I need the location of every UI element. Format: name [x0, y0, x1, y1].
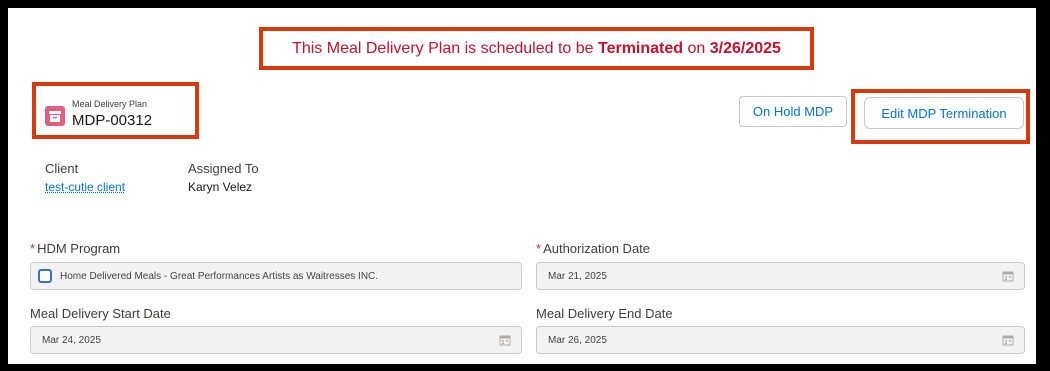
- banner-middle: on: [683, 40, 710, 57]
- edit-mdp-termination-button[interactable]: Edit MDP Termination: [864, 97, 1024, 129]
- lookup-record-icon: [38, 269, 52, 283]
- banner-message: This Meal Delivery Plan is scheduled to …: [263, 40, 810, 58]
- calendar-icon[interactable]: [499, 334, 511, 346]
- start-date-label: Meal Delivery Start Date: [30, 306, 171, 321]
- record-page: This Meal Delivery Plan is scheduled to …: [8, 8, 1036, 364]
- hdm-program-label-text: HDM Program: [37, 241, 121, 256]
- termination-banner: This Meal Delivery Plan is scheduled to …: [259, 27, 814, 70]
- archive-box-icon: [45, 106, 65, 126]
- hdm-program-label: * HDM Program: [30, 241, 120, 256]
- end-date-value: Mar 26, 2025: [548, 335, 607, 346]
- banner-date: 3/26/2025: [709, 40, 781, 57]
- assigned-to-value: Karyn Velez: [188, 180, 253, 194]
- authorization-date-label-text: Authorization Date: [543, 241, 651, 256]
- authorization-date-label: * Authorization Date: [536, 241, 650, 256]
- start-date-value: Mar 24, 2025: [42, 335, 101, 346]
- authorization-date-field[interactable]: Mar 21, 2025: [536, 262, 1025, 290]
- on-hold-mdp-button[interactable]: On Hold MDP: [739, 96, 847, 127]
- required-asterisk: *: [30, 241, 36, 256]
- required-asterisk: *: [536, 241, 542, 256]
- calendar-icon[interactable]: [1002, 270, 1014, 282]
- end-date-field[interactable]: Mar 26, 2025: [536, 326, 1025, 354]
- hdm-program-field[interactable]: Home Delivered Meals - Great Performance…: [30, 262, 522, 290]
- banner-status: Terminated: [597, 40, 684, 57]
- start-date-field[interactable]: Mar 24, 2025: [30, 326, 522, 354]
- record-name: MDP-00312: [72, 112, 153, 129]
- record-type-label: Meal Delivery Plan: [72, 99, 148, 109]
- calendar-icon[interactable]: [1002, 334, 1014, 346]
- authorization-date-value: Mar 21, 2025: [548, 271, 607, 282]
- banner-prefix: This Meal Delivery Plan is scheduled to …: [292, 40, 598, 57]
- assigned-to-label: Assigned To: [188, 161, 259, 176]
- end-date-label: Meal Delivery End Date: [536, 306, 673, 321]
- client-label: Client: [45, 161, 79, 176]
- hdm-program-value: Home Delivered Meals - Great Performance…: [60, 271, 379, 282]
- client-link[interactable]: test-cutie client: [45, 180, 125, 194]
